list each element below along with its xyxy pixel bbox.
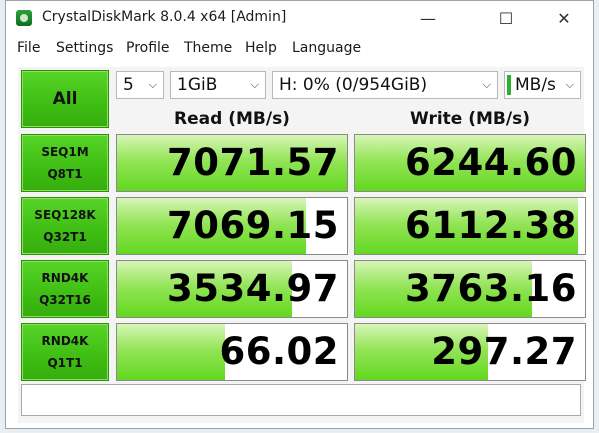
test-queue: Q32T1	[43, 230, 87, 244]
test-name: RND4K	[41, 334, 89, 348]
drive-value: H: 0% (0/954GiB)	[279, 75, 428, 95]
test-rnd4k-q32t16-button[interactable]: RND4K Q32T16	[21, 260, 109, 318]
menu-theme[interactable]: Theme	[184, 40, 232, 56]
main-panel: All 5 ⌵ 1GiB ⌵ H: 0% (0/954GiB) ⌵ MB/s ⌵…	[18, 67, 586, 423]
test-queue: Q8T1	[47, 167, 83, 181]
unit-value: MB/s	[515, 75, 556, 95]
test-queue: Q1T1	[47, 356, 83, 370]
read-value: 7069.15	[166, 204, 339, 247]
read-value: 3534.97	[166, 267, 339, 310]
test-seq128k-q32t1-button[interactable]: SEQ128K Q32T1	[21, 197, 109, 255]
app-window: CrystalDiskMark 8.0.4 x64 [Admin] — ☐ ✕ …	[5, 0, 594, 429]
close-button[interactable]: ✕	[541, 3, 587, 33]
write-value: 3763.16	[404, 267, 577, 310]
menu-language[interactable]: Language	[292, 40, 361, 56]
drive-select[interactable]: H: 0% (0/954GiB) ⌵	[272, 71, 498, 99]
chevron-down-icon: ⌵	[148, 78, 157, 91]
test-rnd4k-q1t1-button[interactable]: RND4K Q1T1	[21, 323, 109, 381]
test-count-value: 5	[123, 75, 134, 95]
write-value: 6112.38	[404, 204, 577, 247]
read-column-header: Read (MB/s)	[174, 109, 290, 129]
test-size-select[interactable]: 1GiB ⌵	[170, 71, 266, 99]
menu-bar: File Settings Profile Theme Help Languag…	[6, 37, 593, 61]
test-name: RND4K	[41, 271, 89, 285]
comment-field[interactable]	[21, 384, 581, 416]
maximize-button[interactable]: ☐	[483, 3, 529, 33]
crystaldiskmark-icon	[16, 10, 32, 26]
chevron-down-icon: ⌵	[482, 78, 491, 91]
write-column-header: Write (MB/s)	[410, 109, 530, 129]
read-result-seq1m: 7071.57	[116, 134, 348, 192]
chevron-down-icon: ⌵	[565, 78, 574, 91]
window-title: CrystalDiskMark 8.0.4 x64 [Admin]	[42, 9, 287, 25]
chevron-down-icon: ⌵	[250, 78, 259, 91]
write-result-rnd4k-q1t1: 297.27	[354, 323, 586, 381]
unit-select[interactable]: MB/s ⌵	[504, 71, 581, 99]
menu-file[interactable]: File	[17, 40, 40, 56]
test-name: SEQ1M	[41, 145, 89, 159]
read-result-rnd4k-q32t16: 3534.97	[116, 260, 348, 318]
run-all-button[interactable]: All	[21, 70, 109, 128]
read-value: 66.02	[219, 330, 339, 373]
menu-profile[interactable]: Profile	[126, 40, 170, 56]
read-value: 7071.57	[166, 141, 339, 184]
menu-settings[interactable]: Settings	[56, 40, 113, 56]
write-value: 297.27	[431, 330, 577, 373]
unit-indicator	[507, 75, 511, 95]
read-bar	[117, 324, 226, 380]
minimize-button[interactable]: —	[405, 3, 451, 33]
test-count-select[interactable]: 5 ⌵	[116, 71, 164, 99]
test-seq1m-q8t1-button[interactable]: SEQ1M Q8T1	[21, 134, 109, 192]
title-bar[interactable]: CrystalDiskMark 8.0.4 x64 [Admin] — ☐ ✕	[6, 1, 593, 35]
test-queue: Q32T16	[39, 293, 91, 307]
test-name: SEQ128K	[34, 208, 96, 222]
read-result-rnd4k-q1t1: 66.02	[116, 323, 348, 381]
test-size-value: 1GiB	[177, 75, 218, 95]
write-value: 6244.60	[404, 141, 577, 184]
menu-help[interactable]: Help	[245, 40, 277, 56]
write-result-seq128k: 6112.38	[354, 197, 586, 255]
read-result-seq128k: 7069.15	[116, 197, 348, 255]
write-result-rnd4k-q32t16: 3763.16	[354, 260, 586, 318]
write-result-seq1m: 6244.60	[354, 134, 586, 192]
